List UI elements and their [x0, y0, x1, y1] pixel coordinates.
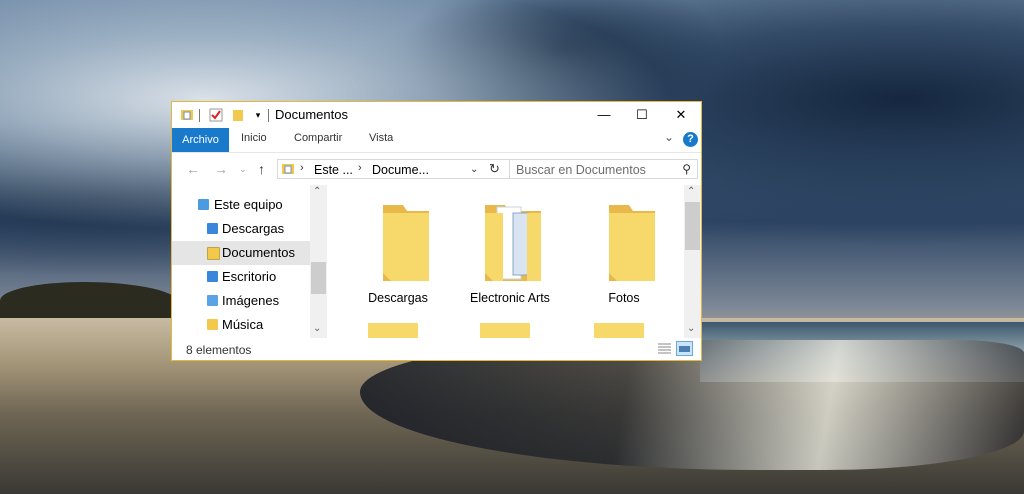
properties-check-icon[interactable] — [209, 108, 223, 122]
help-button[interactable]: ? — [683, 132, 698, 147]
nav-item-label: Escritorio — [222, 269, 277, 284]
window-title: Documentos — [275, 107, 348, 122]
customize-quick-access-icon[interactable]: ▾ — [251, 108, 265, 122]
nav-item-desktop[interactable]: Escritorio — [172, 265, 310, 289]
documents-location-icon — [281, 162, 295, 176]
scrollbar-thumb[interactable] — [311, 262, 326, 294]
folder-item-descargas[interactable]: Descargas — [343, 185, 453, 305]
file-list: Descargas Electronic Arts Fotos — [328, 185, 684, 338]
expand-ribbon-chevron-icon[interactable]: ⌄ — [664, 130, 674, 144]
item-count: 8 elementos — [186, 343, 252, 357]
file-list-scrollbar[interactable]: ⌃ ⌄ — [684, 185, 701, 338]
address-row: ← → ⌄ ↑ › Este ... › Docume... ⌄ ↻ Busca… — [172, 152, 701, 185]
title-bar[interactable]: ▾ Documentos — ☐ ✕ — [172, 102, 701, 128]
breadcrumb-this-pc[interactable]: Este ... — [314, 163, 353, 177]
maximize-button[interactable]: ☐ — [622, 102, 662, 128]
desktop-folder-icon — [207, 271, 218, 282]
tab-home[interactable]: Inicio — [241, 132, 267, 144]
forward-arrow-icon[interactable]: → — [214, 161, 228, 177]
back-arrow-icon[interactable]: ← — [186, 161, 200, 177]
tab-view[interactable]: Vista — [369, 132, 393, 144]
tab-share[interactable]: Compartir — [294, 132, 342, 144]
nav-item-label: Imágenes — [222, 293, 280, 308]
nav-item-label: Música — [222, 317, 264, 332]
nav-item-music[interactable]: Música — [172, 313, 310, 337]
up-arrow-icon[interactable]: ↑ — [258, 161, 265, 177]
nav-item-label: Descargas — [222, 221, 285, 236]
folder-with-documents-icon — [485, 205, 541, 281]
folder-item-fotos[interactable]: Fotos — [569, 185, 679, 305]
folder-item-partial[interactable] — [455, 321, 565, 338]
nav-item-documents[interactable]: Documentos — [172, 241, 310, 265]
pictures-folder-icon — [207, 295, 218, 306]
scroll-down-arrow-icon[interactable]: ⌄ — [313, 323, 321, 334]
scroll-up-arrow-icon[interactable]: ⌃ — [687, 186, 695, 197]
scroll-up-arrow-icon[interactable]: ⌃ — [313, 186, 321, 197]
folder-icon — [609, 205, 655, 281]
documents-folder-icon — [207, 247, 220, 260]
refresh-icon[interactable]: ↻ — [489, 161, 500, 177]
file-explorer-window: ▾ Documentos — ☐ ✕ Archivo Inicio Compar… — [171, 101, 702, 361]
new-folder-icon[interactable] — [231, 108, 245, 122]
ribbon-tabs: Archivo Inicio Compartir Vista ⌄ ? — [172, 128, 701, 152]
nav-item-downloads[interactable]: Descargas — [172, 217, 310, 241]
folder-item-partial[interactable] — [343, 321, 453, 338]
search-placeholder: Buscar en Documentos — [516, 163, 646, 177]
scrollbar-thumb[interactable] — [685, 202, 700, 250]
folder-properties-icon[interactable] — [180, 108, 194, 122]
folder-icon — [594, 323, 644, 338]
navigation-pane-scrollbar[interactable]: ⌃ ⌄ — [310, 185, 327, 338]
separator — [268, 109, 269, 122]
nav-item-this-pc[interactable]: Este equipo — [172, 193, 310, 217]
breadcrumb-separator-icon[interactable]: › — [300, 162, 304, 174]
separator — [199, 109, 200, 122]
search-icon[interactable]: ⚲ — [682, 162, 691, 176]
minimize-button[interactable]: — — [584, 102, 624, 128]
folder-label: Descargas — [368, 291, 428, 305]
navigation-pane: Este equipo Descargas Documentos Escrito… — [172, 185, 327, 338]
folder-item-partial[interactable] — [569, 321, 679, 338]
computer-icon — [198, 199, 209, 210]
folder-icon — [480, 323, 530, 338]
breadcrumb-separator-icon[interactable]: › — [358, 162, 362, 174]
wallpaper-hill — [0, 282, 180, 322]
details-view-icon[interactable] — [656, 341, 673, 356]
breadcrumb-documents[interactable]: Docume... — [372, 163, 429, 177]
nav-item-label: Este equipo — [214, 197, 283, 212]
address-bar[interactable]: › Este ... › Docume... ⌄ ↻ — [277, 159, 510, 179]
search-box[interactable]: Buscar en Documentos ⚲ — [509, 159, 698, 179]
close-button[interactable]: ✕ — [661, 102, 701, 128]
scroll-down-arrow-icon[interactable]: ⌄ — [687, 323, 695, 334]
music-folder-icon — [207, 319, 218, 330]
address-dropdown-chevron-icon[interactable]: ⌄ — [470, 164, 478, 175]
large-icons-view-icon[interactable] — [676, 341, 693, 356]
status-bar: 8 elementos — [172, 338, 701, 360]
nav-item-pictures[interactable]: Imágenes — [172, 289, 310, 313]
downloads-folder-icon — [207, 223, 218, 234]
nav-item-label: Documentos — [222, 245, 295, 260]
folder-label: Fotos — [608, 291, 640, 305]
folder-label: Electronic Arts — [470, 291, 550, 305]
folder-item-electronic-arts[interactable]: Electronic Arts — [455, 185, 565, 305]
folder-icon — [368, 323, 418, 338]
recent-locations-chevron-icon[interactable]: ⌄ — [239, 164, 247, 175]
folder-icon — [383, 205, 429, 281]
tab-file[interactable]: Archivo — [172, 128, 229, 152]
